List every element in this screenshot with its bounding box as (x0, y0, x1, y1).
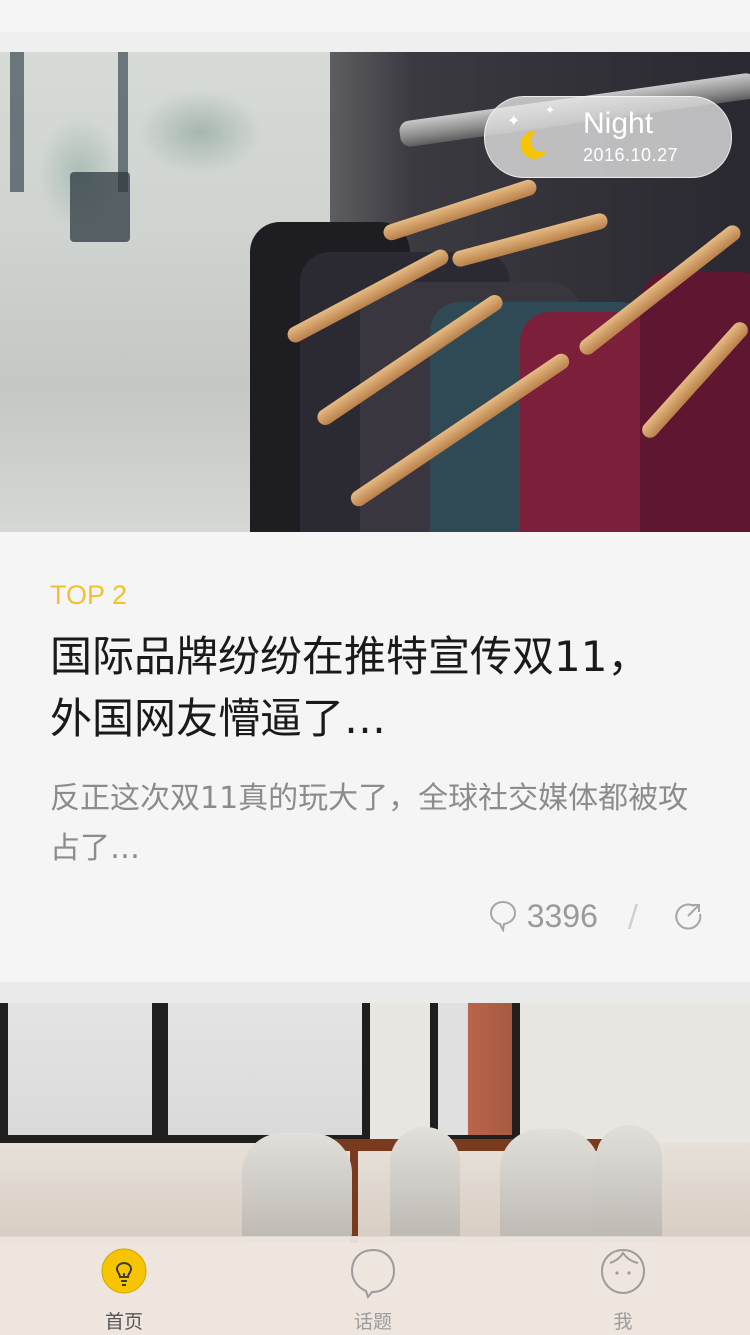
bottom-tab-bar: 首页 话题 我 (0, 1236, 750, 1335)
article-summary: 反正这次双11真的玩大了，全球社交媒体都被攻占了… (50, 781, 689, 866)
next-article-cover-image[interactable] (0, 1003, 750, 1243)
window (0, 1003, 160, 1143)
chair (390, 1127, 460, 1243)
background-pole (118, 52, 128, 192)
tab-label: 我 (613, 1311, 633, 1333)
hanger (381, 177, 539, 243)
moon-icon (520, 130, 547, 159)
tab-home[interactable]: 首页 (44, 1237, 204, 1335)
chair (500, 1129, 600, 1243)
comment-icon[interactable] (489, 900, 517, 932)
hanger (450, 211, 610, 269)
background-sign (70, 172, 130, 242)
tab-label: 首页 (104, 1311, 143, 1333)
window (160, 1003, 370, 1143)
chair (242, 1133, 352, 1243)
window (430, 1003, 520, 1143)
night-mode-date: 2016.10.27 (583, 145, 679, 165)
tab-topics[interactable]: 话题 (293, 1237, 453, 1335)
background-pole (10, 52, 24, 192)
article-cover-image[interactable]: ✦ ✦ Night 2016.10.27 (0, 52, 750, 532)
card-divider (0, 982, 750, 1003)
face-icon (600, 1248, 646, 1295)
share-icon[interactable] (674, 902, 702, 930)
sparkle-icon: ✦ (545, 103, 556, 117)
comment-count: 3396 (526, 897, 598, 934)
night-mode-title: Night (583, 107, 654, 140)
article-meta: 3396 / (489, 894, 702, 938)
meta-separator: / (627, 898, 638, 934)
chair (596, 1125, 662, 1243)
status-bar (0, 0, 750, 32)
garment (640, 272, 750, 532)
article-headline[interactable]: 国际品牌纷纷在推特宣传双11，外国网友懵逼了… (50, 626, 690, 750)
tab-me[interactable]: 我 (543, 1237, 703, 1335)
lightbulb-icon (101, 1248, 147, 1294)
tab-label: 话题 (353, 1311, 392, 1333)
chat-bubble-icon (350, 1248, 396, 1300)
article-card[interactable]: TOP 2 国际品牌纷纷在推特宣传双11，外国网友懵逼了… 反正这次双11真的玩… (0, 532, 750, 982)
night-mode-badge[interactable]: ✦ ✦ Night 2016.10.27 (484, 96, 732, 178)
rank-label: TOP 2 (50, 580, 128, 610)
